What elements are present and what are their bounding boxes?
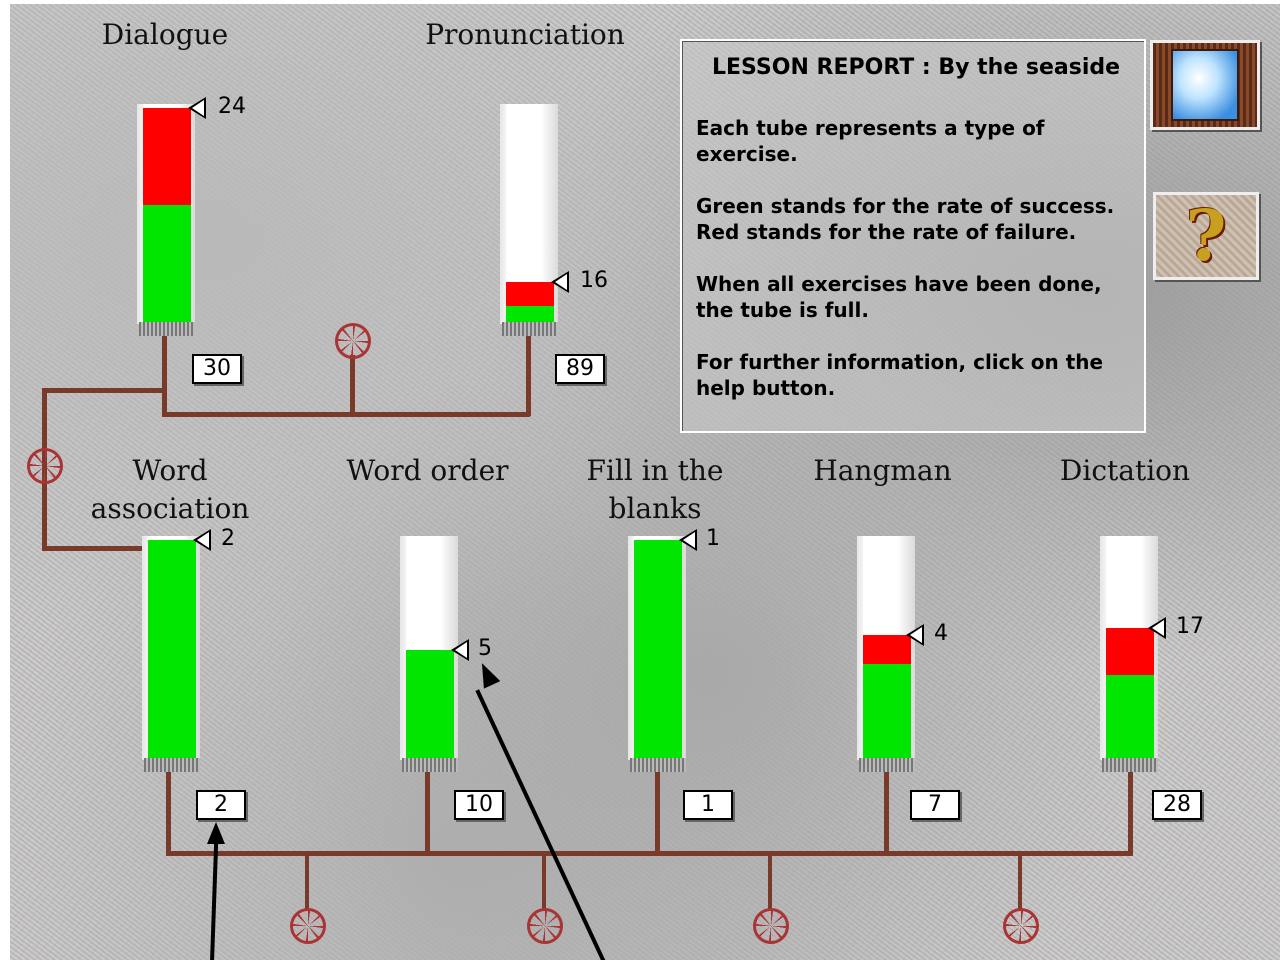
- failure-count: 4: [934, 621, 948, 646]
- failure-count: 17: [1176, 614, 1204, 639]
- lesson-report-screen: Dialogue 24 30 Pronunciation 16 89 Word …: [0, 0, 1284, 960]
- pipe-top-left-down: [162, 336, 167, 416]
- failure-fill: [1106, 628, 1154, 675]
- failure-count: 1: [706, 526, 720, 551]
- tube-dictation[interactable]: [1100, 536, 1158, 760]
- tube-label-line1: Word: [132, 454, 208, 487]
- arrowhead-icon: [207, 822, 225, 844]
- tube-base: [1102, 758, 1158, 772]
- exercise-count-box: 1: [683, 790, 733, 820]
- tube-label-dialogue: Dialogue: [85, 16, 245, 54]
- pipe-top-mid: [350, 355, 355, 415]
- exercise-count-box: 28: [1152, 790, 1202, 820]
- tube-label-line2: association: [90, 492, 250, 525]
- exercise-count-box: 89: [555, 354, 605, 384]
- success-fill: [1106, 675, 1154, 760]
- pipe-bottom-horizontal: [166, 851, 1132, 856]
- pipe-valve-4: [1018, 855, 1022, 910]
- valve-wheel-icon: [1003, 908, 1039, 944]
- exercise-count-box: 10: [454, 790, 504, 820]
- tube-base: [144, 758, 200, 772]
- tube-label-line1: Word order: [346, 454, 509, 487]
- failure-fill: [863, 635, 911, 664]
- tube-word-association[interactable]: [142, 536, 200, 760]
- success-fill: [634, 540, 682, 760]
- pipe-bottom-v2: [425, 772, 430, 856]
- failure-marker-icon: [1148, 617, 1166, 639]
- failure-count: 24: [218, 94, 246, 119]
- tube-label-line1: Hangman: [813, 454, 952, 487]
- tube-label-hangman: Hangman: [805, 452, 960, 490]
- failure-fill: [143, 108, 191, 205]
- tube-label-dictation: Dictation: [1050, 452, 1200, 490]
- report-title: LESSON REPORT : By the seaside: [712, 55, 1121, 80]
- report-paragraph-full: When all exercises have been done, the t…: [696, 272, 1102, 322]
- failure-fill: [506, 282, 554, 306]
- tube-label-fill-in-the-blanks: Fill in the blanks: [575, 452, 735, 528]
- success-fill: [406, 650, 454, 760]
- tube-hangman[interactable]: [857, 536, 915, 760]
- pipe-bottom-v3: [655, 772, 660, 856]
- pipe-bottom-v1: [166, 772, 171, 856]
- success-fill: [143, 205, 191, 324]
- failure-count: 16: [580, 268, 608, 293]
- report-paragraph-help: For further information, click on the he…: [696, 350, 1104, 400]
- failure-marker-icon: [188, 97, 206, 119]
- tube-label-line1: Fill in the: [586, 454, 724, 487]
- tube-pronunciation[interactable]: [500, 104, 558, 324]
- tube-label-line2: blanks: [608, 492, 702, 525]
- tube-base: [630, 758, 686, 772]
- pipe-bottom-v4: [884, 772, 889, 856]
- failure-marker-icon: [451, 639, 469, 661]
- exit-window-button[interactable]: [1150, 40, 1260, 130]
- report-paragraph-colors: Green stands for the rate of success. Re…: [696, 194, 1115, 244]
- tube-fill-in-the-blanks[interactable]: [628, 536, 686, 760]
- valve-wheel-icon: [290, 908, 326, 944]
- valve-wheel-icon: [527, 908, 563, 944]
- tube-dialogue[interactable]: [137, 104, 195, 324]
- exercise-count-box: 2: [196, 790, 246, 820]
- tube-label-line1: Dictation: [1059, 454, 1191, 487]
- valve-wheel-icon: [27, 448, 63, 484]
- tube-base: [502, 322, 558, 336]
- failure-marker-icon: [906, 624, 924, 646]
- tube-label-pronunciation: Pronunciation: [420, 16, 630, 54]
- success-fill: [148, 540, 196, 760]
- failure-count: 2: [221, 526, 235, 551]
- question-mark-icon: ?: [1185, 194, 1227, 277]
- failure-marker-icon: [551, 271, 569, 293]
- help-button[interactable]: ?: [1153, 192, 1259, 280]
- pipe-bottom-v5: [1128, 772, 1133, 856]
- tube-label-line1: Pronunciation: [425, 18, 625, 51]
- tube-base: [859, 758, 915, 772]
- failure-count: 5: [478, 636, 492, 661]
- tube-label-word-order: Word order: [340, 452, 515, 490]
- success-fill: [863, 664, 911, 760]
- valve-wheel-icon: [753, 908, 789, 944]
- tube-base: [402, 758, 458, 772]
- tube-word-order[interactable]: [400, 536, 458, 760]
- pipe-valve-3: [768, 855, 772, 910]
- pipe-top-right-down: [526, 336, 531, 416]
- tube-base: [139, 322, 195, 336]
- pipe-left-outer-h2: [42, 546, 142, 551]
- lesson-report-panel: LESSON REPORT : By the seaside Each tube…: [680, 39, 1146, 433]
- exercise-count-box: 30: [192, 354, 242, 384]
- pipe-valve-2: [542, 855, 546, 910]
- failure-marker-icon: [679, 529, 697, 551]
- pipe-top-horizontal: [162, 412, 530, 417]
- window-sky-icon: [1171, 49, 1239, 121]
- tube-label-line1: Dialogue: [101, 18, 229, 51]
- valve-wheel-icon: [335, 323, 371, 359]
- report-paragraph-tubes: Each tube represents a type of exercise.: [696, 116, 1045, 166]
- failure-marker-icon: [193, 529, 211, 551]
- pipe-left-outer-h1: [42, 388, 166, 393]
- pipe-valve-1: [305, 855, 309, 910]
- tube-label-word-association: Word association: [85, 452, 255, 528]
- exercise-count-box: 7: [910, 790, 960, 820]
